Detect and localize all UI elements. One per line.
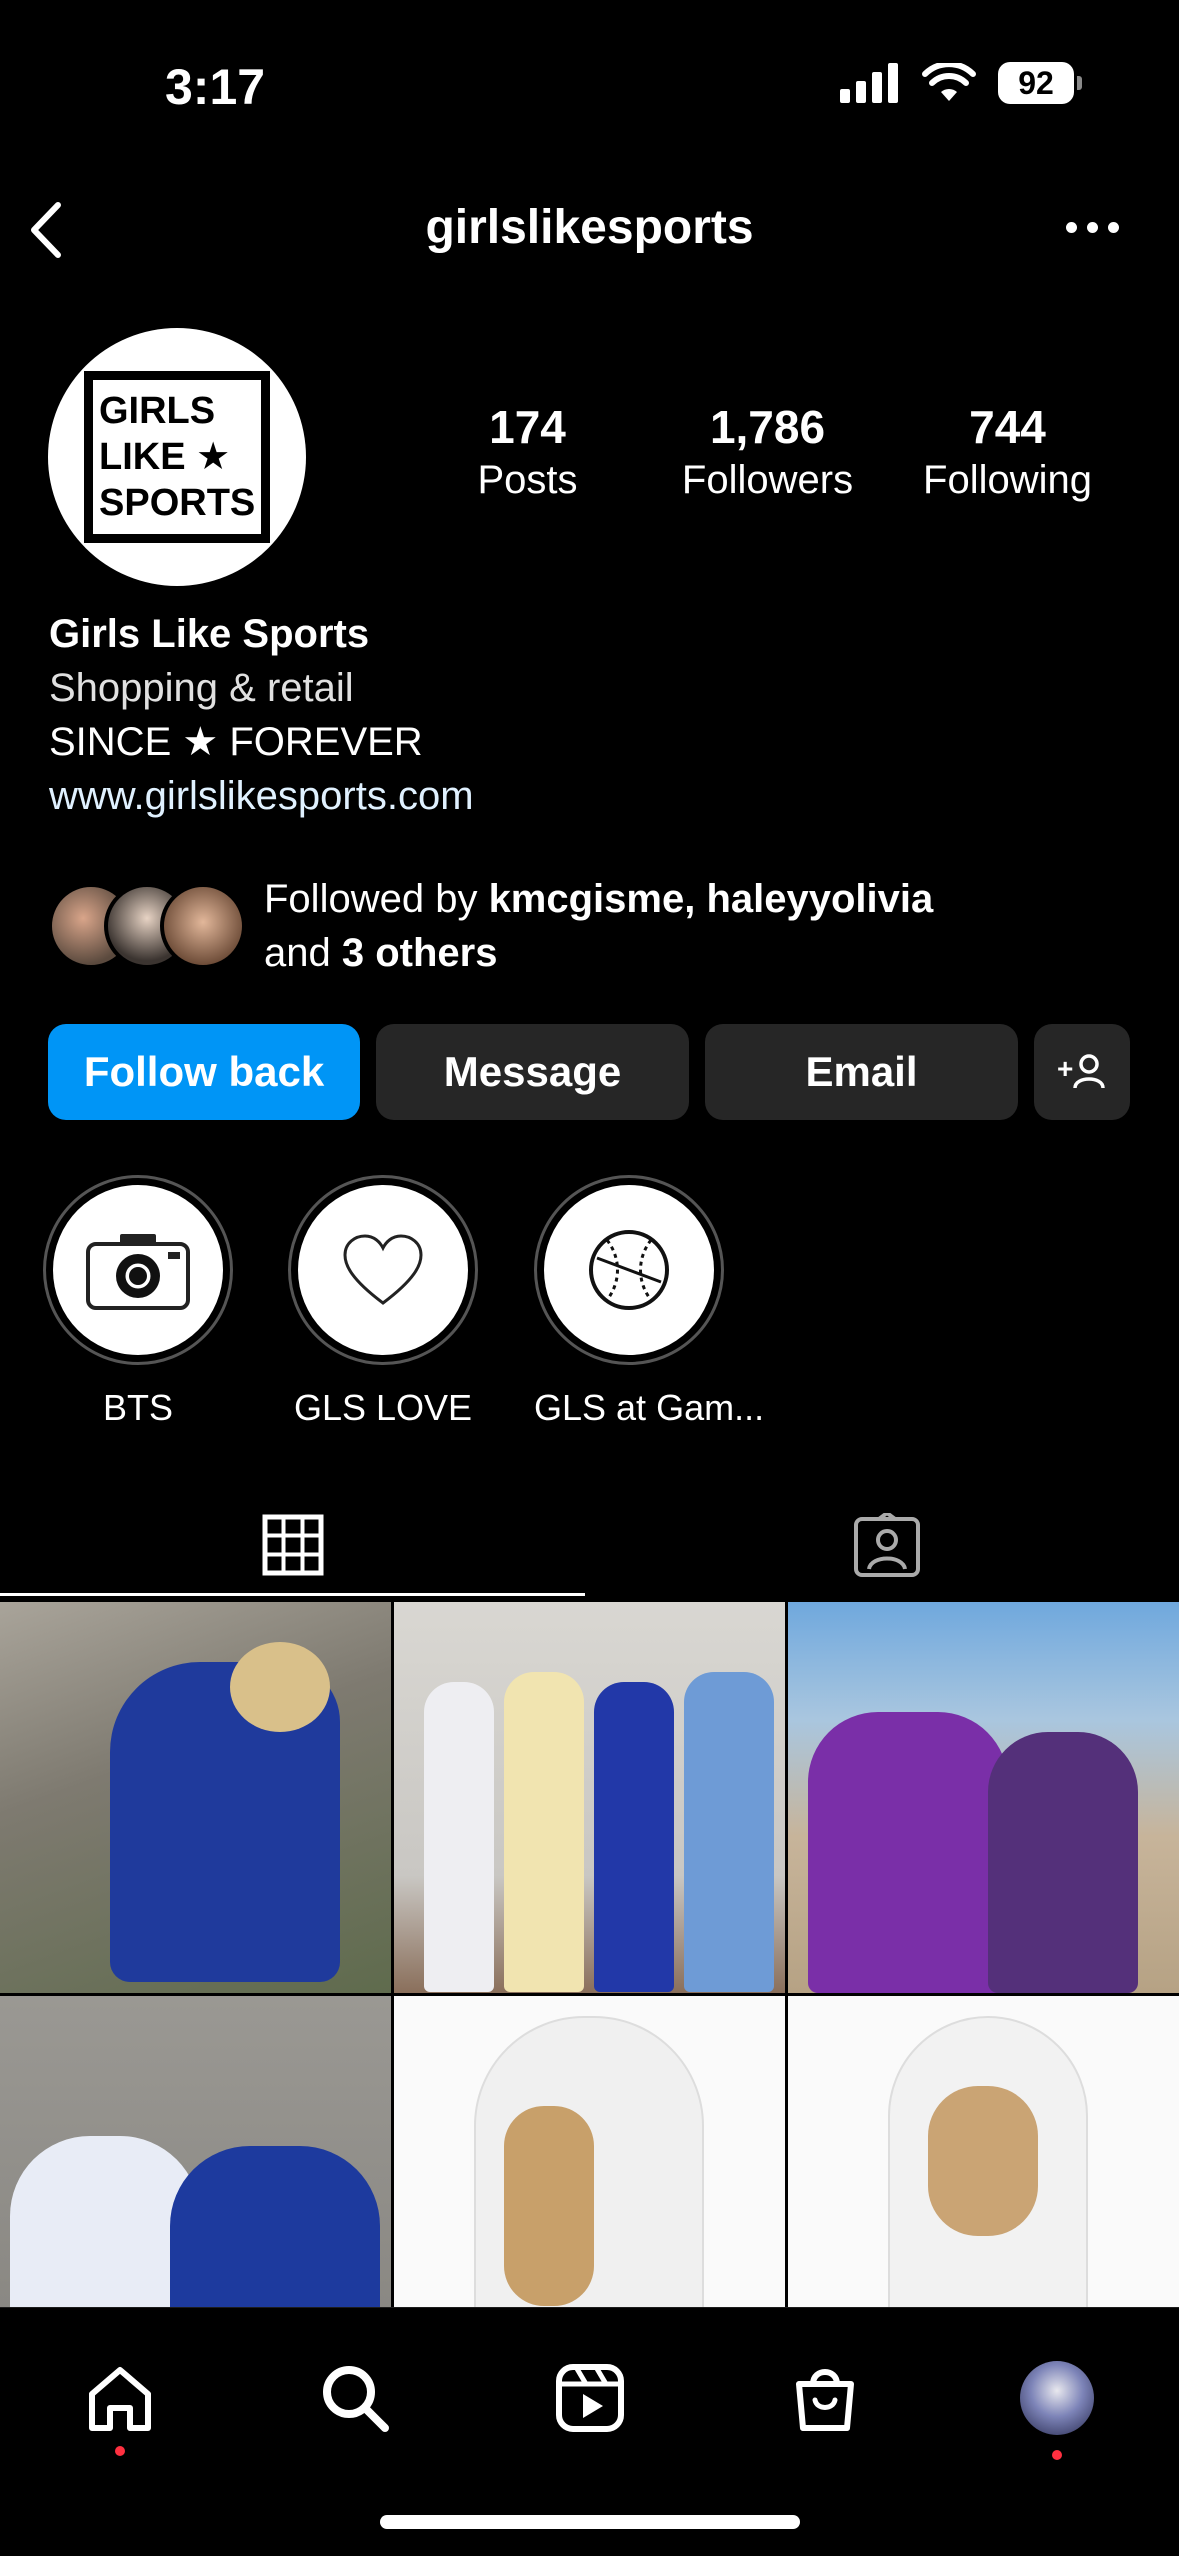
stat-value: 744 — [969, 401, 1046, 453]
heart-icon — [343, 1234, 423, 1305]
post-image-hair — [928, 2086, 1038, 2236]
reels-icon — [556, 2364, 624, 2432]
stat-followers[interactable]: 1,786 Followers — [660, 400, 875, 503]
highlight-cover — [544, 1185, 714, 1355]
post-image-figure — [684, 1672, 774, 1992]
status-time: 3:17 — [165, 59, 266, 115]
post-image-figure — [808, 1712, 1008, 1993]
logo-line: SPORTS — [99, 482, 256, 524]
camera-icon — [86, 1234, 190, 1310]
follow-back-button[interactable]: Follow back — [48, 1024, 360, 1120]
logo-line: LIKE ★ — [99, 436, 231, 478]
home-icon — [89, 2367, 151, 2431]
shop-icon — [796, 2369, 854, 2431]
tagged-icon — [853, 1513, 920, 1577]
notification-dot — [115, 2446, 125, 2456]
stat-following[interactable]: 744 Following — [905, 400, 1110, 503]
profile-tagline: SINCE ★ FOREVER — [49, 720, 423, 764]
add-person-icon: + — [1057, 1053, 1105, 1089]
followed-others: 3 others — [341, 931, 498, 975]
highlight-ring — [43, 1175, 233, 1365]
tab-posts-grid[interactable] — [0, 1495, 585, 1595]
header-username: girlslikesports — [425, 201, 754, 254]
post-image-hair — [230, 1642, 330, 1732]
highlight-gls-at-games[interactable]: GLS at Gam... — [534, 1175, 765, 1429]
email-button[interactable]: Email — [705, 1024, 1018, 1120]
active-tab-indicator — [0, 1593, 585, 1596]
status-icons: 92 — [840, 62, 1082, 104]
stat-posts: 174 Posts — [455, 400, 600, 503]
home-indicator — [380, 2515, 800, 2529]
baseball-icon — [589, 1230, 669, 1310]
tab-tagged[interactable] — [594, 1495, 1179, 1595]
logo-line: GIRLS — [99, 390, 216, 432]
stat-value: 1,786 — [709, 401, 826, 453]
profile-name: Girls Like Sports — [49, 612, 370, 656]
profile-avatar[interactable]: GIRLS LIKE ★ SPORTS — [48, 328, 306, 586]
nav-reels[interactable] — [540, 2348, 640, 2448]
followed-by[interactable]: Followed by kmcgisme, haleyyolivia and 3… — [48, 872, 933, 980]
stat-label: Posts — [477, 458, 578, 502]
followed-by-text: Followed by kmcgisme, haleyyolivia and 3… — [264, 872, 933, 980]
follower-avatars — [48, 881, 248, 971]
profile-category: Shopping & retail — [49, 666, 354, 710]
highlight-label: GLS at Gam... — [534, 1387, 765, 1428]
wifi-icon — [922, 63, 976, 101]
post-image-figure — [988, 1732, 1138, 1993]
nav-profile[interactable] — [1007, 2348, 1107, 2460]
post-image-figure — [424, 1682, 494, 1992]
highlight-bts[interactable]: BTS — [43, 1175, 233, 1429]
followed-and: and — [264, 931, 342, 975]
profile-avatar — [1020, 2361, 1094, 2435]
posts-grid — [0, 1602, 1179, 2387]
notification-dot — [1052, 2450, 1062, 2460]
signal-icon — [840, 63, 898, 103]
more-options-icon[interactable] — [1066, 222, 1119, 233]
battery-indicator: 92 — [998, 62, 1082, 104]
highlight-ring — [288, 1175, 478, 1365]
stat-value: 174 — [489, 401, 566, 453]
followed-users: kmcgisme, haleyyolivia — [488, 877, 934, 921]
nav-home[interactable] — [70, 2348, 170, 2456]
highlight-cover — [298, 1185, 468, 1355]
stat-label: Following — [923, 458, 1092, 502]
profile-bio: Girls Like Sports Shopping & retail SINC… — [49, 607, 474, 823]
post-thumbnail[interactable] — [788, 1602, 1179, 1993]
followed-prefix: Followed by — [264, 877, 489, 921]
highlight-cover — [53, 1185, 223, 1355]
highlight-ring — [534, 1175, 724, 1365]
stat-label: Followers — [681, 458, 854, 502]
message-button[interactable]: Message — [376, 1024, 689, 1120]
profile-actions: Follow back Message Email + — [48, 1024, 1130, 1120]
suggest-people-button[interactable]: + — [1034, 1024, 1130, 1120]
search-icon — [323, 2366, 389, 2432]
post-image-hair — [504, 2106, 594, 2306]
profile-website-link[interactable]: www.girlslikesports.com — [49, 769, 474, 823]
avatar — [160, 883, 246, 969]
post-image-figure — [594, 1682, 674, 1992]
post-thumbnail[interactable] — [0, 1602, 391, 1993]
highlight-label: GLS LOVE — [293, 1387, 473, 1428]
svg-text:+: + — [1057, 1053, 1073, 1084]
highlight-gls-love[interactable]: GLS LOVE — [288, 1175, 478, 1429]
post-image-figure — [504, 1672, 584, 1992]
nav-shop[interactable] — [775, 2348, 875, 2448]
post-thumbnail[interactable] — [394, 1602, 785, 1993]
highlight-label: BTS — [102, 1387, 173, 1428]
grid-icon — [262, 1514, 323, 1576]
nav-search[interactable] — [305, 2348, 405, 2448]
brand-logo: GIRLS LIKE ★ SPORTS — [84, 371, 270, 543]
